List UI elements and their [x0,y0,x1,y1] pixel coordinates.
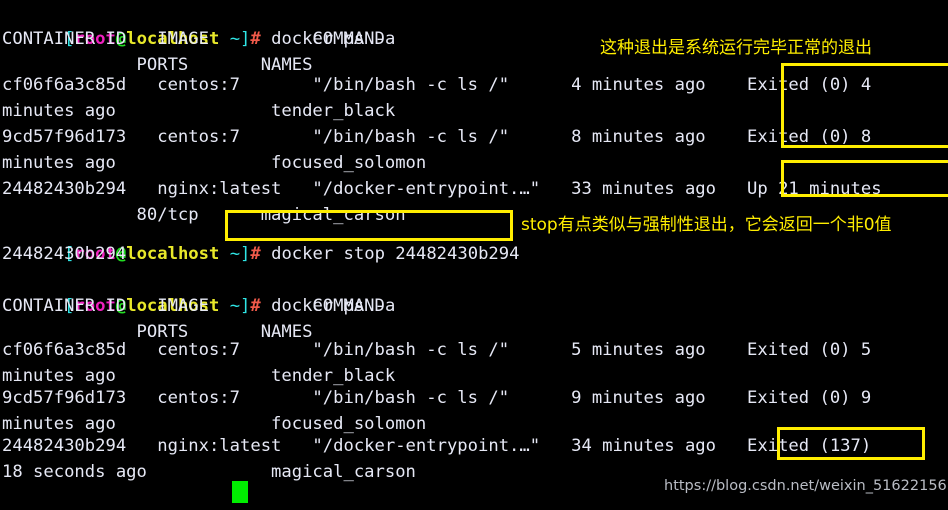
terminal-line-header-2: CONTAINER ID IMAGE COMMAND [2,296,385,316]
terminal-line-prompt-4: [root@localhost ~]# [2,480,261,510]
terminal-output-area[interactable]: [root@localhost ~]# docker ps -a CONTAIN… [0,0,948,510]
terminal-cursor [232,481,248,503]
prompt-close-bracket: ~] [219,244,251,264]
terminal-row-cf06f6a3c85d-1: cf06f6a3c85d centos:7 "/bin/bash -c ls /… [2,75,872,95]
prompt-hash: # [250,244,261,264]
terminal-row-cf06f6a3c85d-1-cont: minutes ago tender_black [2,101,396,121]
terminal-line-header-1: CONTAINER ID IMAGE COMMAND [2,29,385,49]
terminal-row-24482430b294-1: 24482430b294 nginx:latest "/docker-entry… [2,179,882,199]
terminal-row-9cd57f96d173-1-cont: minutes ago focused_solomon [2,153,427,173]
prompt-hostname: localhost [126,244,220,264]
annotation-exited-normal: 这种退出是系统运行完毕正常的退出 [600,38,872,58]
watermark-url: https://blog.csdn.net/weixin_51622156 [664,478,947,494]
terminal-window: [root@localhost ~]# docker ps -a CONTAIN… [0,0,948,510]
docker-stop-command-text: docker stop 24482430b294 [260,244,520,264]
terminal-stop-output-id: 24482430b294 [2,244,127,264]
terminal-row-9cd57f96d173-2: 9cd57f96d173 centos:7 "/bin/bash -c ls /… [2,388,872,408]
terminal-row-24482430b294-2: 24482430b294 nginx:latest "/docker-entry… [2,436,872,456]
terminal-row-cf06f6a3c85d-2: cf06f6a3c85d centos:7 "/bin/bash -c ls /… [2,340,872,360]
annotation-stop-forced: stop有点类似与强制性退出，它会返回一个非0值 [521,215,892,235]
terminal-row-9cd57f96d173-1: 9cd57f96d173 centos:7 "/bin/bash -c ls /… [2,127,872,147]
